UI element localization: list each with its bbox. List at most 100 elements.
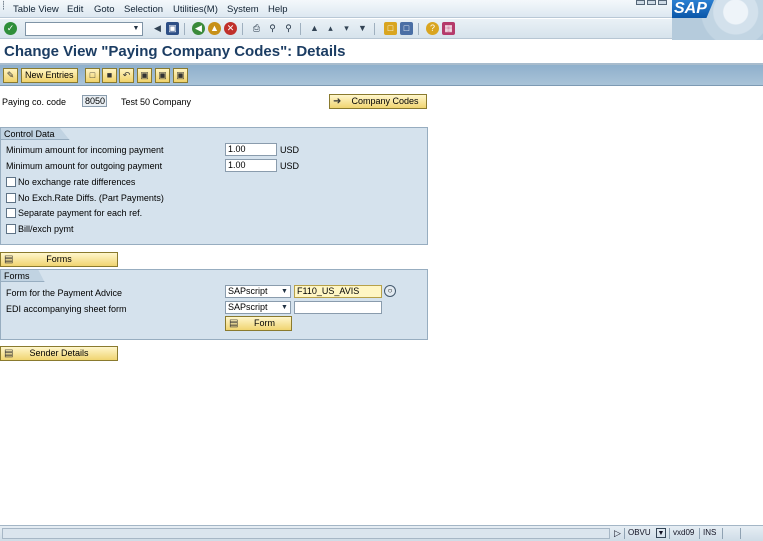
sap-logo: SAP [672, 0, 714, 18]
find-icon[interactable]: ⚲ [266, 22, 279, 35]
payment-advice-label: Form for the Payment Advice [6, 288, 123, 298]
toolbar-separator [184, 23, 185, 35]
window-controls [636, 0, 672, 6]
maximize-icon[interactable] [647, 0, 656, 5]
edi-sheet-type-select[interactable]: SAPscript ▼ [225, 301, 291, 314]
previous-page-icon[interactable]: ▴ [324, 22, 337, 35]
forms-group: Forms Form for the Payment Advice SAPscr… [0, 269, 428, 340]
minimize-icon[interactable] [636, 0, 645, 5]
no-exch-rate-part-payments-checkbox[interactable] [6, 193, 16, 203]
forms-title: Forms [1, 270, 45, 282]
status-message-area [2, 528, 610, 539]
form-button[interactable]: ▤ Form [225, 316, 292, 331]
toolbar-separator [300, 23, 301, 35]
menu-edit[interactable]: Edit [67, 4, 83, 15]
min-outgoing-label: Minimum amount for outgoing payment [6, 161, 163, 171]
control-data-group: Control Data Minimum amount for incoming… [0, 127, 428, 245]
status-divider [722, 528, 723, 539]
print-icon[interactable]: ⎙ [250, 22, 263, 35]
menu-help[interactable]: Help [268, 4, 288, 15]
separate-payment-label: Separate payment for each ref. [18, 208, 143, 218]
status-divider [699, 528, 700, 539]
next-entry-icon[interactable]: ▣ [155, 68, 170, 83]
undo-change-icon[interactable]: ↶ [119, 68, 134, 83]
dropdown-icon[interactable]: ▼ [280, 287, 289, 296]
toolbar-separator [242, 23, 243, 35]
sender-details-label: Sender Details [29, 348, 89, 358]
company-codes-button[interactable]: ➜ Company Codes [329, 94, 427, 109]
payment-advice-type-value: SAPscript [228, 286, 268, 296]
min-outgoing-input[interactable]: 1.00 [225, 159, 277, 172]
form-button-label: Form [254, 318, 275, 328]
no-exchange-rate-diff-checkbox[interactable] [6, 177, 16, 187]
first-page-icon[interactable]: ▲ [308, 22, 321, 35]
paying-code-label: Paying co. code [2, 97, 67, 107]
find-next-icon[interactable]: ⚲ [282, 22, 295, 35]
menu-bar: ┊ Table View Edit Goto Selection Utiliti… [0, 0, 763, 18]
forms-button[interactable]: ▤ Forms [0, 252, 118, 267]
toolbar-separator [374, 23, 375, 35]
exit-icon[interactable]: ▲ [208, 22, 221, 35]
status-server: vxd09 [673, 528, 695, 537]
min-incoming-label: Minimum amount for incoming payment [6, 145, 164, 155]
payment-advice-form-input[interactable]: F110_US_AVIS [294, 285, 382, 298]
back-arrow-icon[interactable]: ◀ [151, 22, 164, 35]
paying-code-value: 8050 [82, 95, 107, 107]
edi-sheet-form-input[interactable] [294, 301, 382, 314]
cancel-icon[interactable]: ✕ [224, 22, 237, 35]
command-dropdown-icon[interactable]: ▼ [131, 24, 141, 34]
server-list-icon[interactable]: ▼ [656, 528, 666, 538]
close-icon[interactable] [658, 0, 667, 5]
sender-details-button[interactable]: ▤ Sender Details [0, 346, 118, 361]
form-icon: ▤ [229, 318, 239, 329]
menu-goto[interactable]: Goto [94, 4, 115, 15]
page-title: Change View "Paying Company Codes": Deta… [4, 43, 346, 60]
no-exchange-rate-diff-label: No exchange rate differences [18, 177, 136, 187]
bill-exch-pymt-label: Bill/exch pymt [18, 224, 74, 234]
menu-selection[interactable]: Selection [124, 4, 163, 15]
company-codes-label: Company Codes [351, 96, 419, 106]
system-menu-icon[interactable]: ┊ [1, 1, 6, 10]
status-expand-icon[interactable]: ▷ [614, 528, 621, 539]
bill-exch-pymt-checkbox[interactable] [6, 224, 16, 234]
value-help-icon[interactable]: ○ [384, 285, 396, 297]
enter-icon[interactable]: ✓ [4, 22, 17, 35]
application-toolbar: ✎ New Entries □ ■ ↶ ▣ ▣ ▣ [0, 65, 763, 86]
status-divider [624, 528, 625, 539]
command-field[interactable]: ▼ [25, 22, 143, 36]
menu-utilities[interactable]: Utilities(M) [173, 4, 218, 15]
company-name: Test 50 Company [121, 97, 192, 107]
status-divider [669, 528, 670, 539]
no-exch-rate-part-payments-label: No Exch.Rate Diffs. (Part Payments) [18, 193, 164, 203]
sender-details-icon: ▤ [4, 348, 14, 359]
last-page-icon[interactable]: ▼ [356, 22, 369, 35]
next-page-icon[interactable]: ▾ [340, 22, 353, 35]
menu-table-view[interactable]: Table View [13, 4, 59, 15]
min-outgoing-currency: USD [280, 161, 300, 171]
shortcut-icon[interactable]: □ [400, 22, 413, 35]
menu-system[interactable]: System [227, 4, 259, 15]
other-entry-icon[interactable]: ▣ [173, 68, 188, 83]
status-divider [740, 528, 741, 539]
back-icon[interactable]: ◀ [192, 22, 205, 35]
display-change-icon[interactable]: ✎ [3, 68, 18, 83]
min-incoming-input[interactable]: 1.00 [225, 143, 277, 156]
copy-as-icon[interactable]: □ [85, 68, 100, 83]
dropdown-icon[interactable]: ▼ [280, 303, 289, 312]
status-system: OBVU [628, 528, 651, 537]
separate-payment-checkbox[interactable] [6, 208, 16, 218]
save-icon[interactable]: ▣ [166, 22, 179, 35]
create-session-icon[interactable]: □ [384, 22, 397, 35]
status-mode[interactable]: INS [703, 528, 716, 539]
control-data-title: Control Data [1, 128, 70, 140]
delete-icon[interactable]: ■ [102, 68, 117, 83]
edi-sheet-label: EDI accompanying sheet form [6, 304, 127, 314]
navigate-icon: ➜ [333, 96, 342, 107]
previous-entry-icon[interactable]: ▣ [137, 68, 152, 83]
help-icon[interactable]: ? [426, 22, 439, 35]
payment-advice-type-select[interactable]: SAPscript ▼ [225, 285, 291, 298]
layout-icon[interactable]: ▦ [442, 22, 455, 35]
toolbar-separator [418, 23, 419, 35]
sap-logo-area: SAP [672, 0, 763, 40]
new-entries-button[interactable]: New Entries [21, 68, 78, 83]
